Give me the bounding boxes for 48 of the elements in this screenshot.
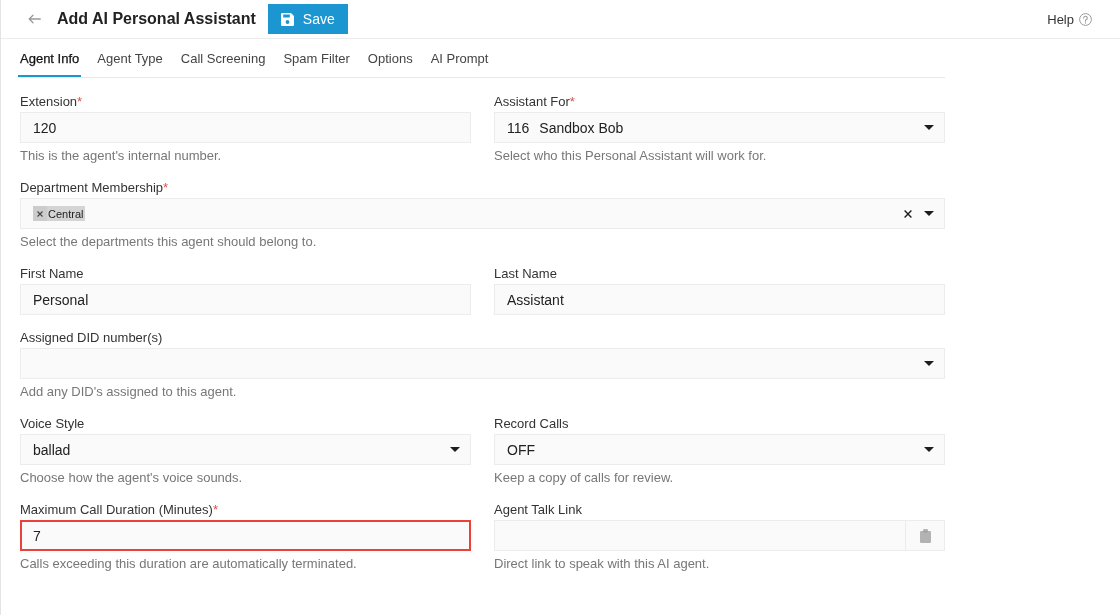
tab[interactable]: Spam Filter [281, 39, 352, 77]
save-icon [280, 12, 294, 26]
caret-down-icon [924, 447, 934, 452]
field-label: Extension* [20, 94, 84, 109]
tab[interactable]: Call Screening [178, 39, 268, 77]
field-label: Department Membership* [20, 180, 170, 195]
caret-down-icon [450, 447, 460, 452]
copy-button[interactable] [906, 520, 945, 551]
field-label: Last Name [494, 266, 558, 281]
tab[interactable]: AI Prompt [428, 39, 491, 77]
page-title: Add AI Personal Assistant [57, 9, 256, 29]
field-label: Voice Style [20, 416, 86, 431]
help-text: Direct link to speak with this AI agent. [494, 556, 711, 571]
dropdown-field[interactable]: 116 Sandbox Bob [494, 112, 945, 143]
multi-select-field[interactable]: Central [20, 198, 945, 229]
text-field[interactable]: Personal [20, 284, 471, 315]
tab[interactable]: Agent Type [95, 39, 165, 77]
department-tag[interactable]: Central [33, 206, 86, 221]
clear-icon [904, 209, 912, 218]
tab[interactable]: Agent Info [18, 39, 82, 77]
field-label: First Name [20, 266, 85, 281]
caret-down-icon [924, 125, 934, 130]
text-field[interactable]: 7 [20, 520, 471, 551]
caret-down-icon [924, 361, 934, 366]
text-field[interactable]: 120 [20, 112, 471, 143]
help-text: Add any DID's assigned to this agent. [20, 384, 238, 399]
field-label: Maximum Call Duration (Minutes)* [20, 502, 219, 517]
help-text: This is the agent's internal number. [20, 148, 223, 163]
dropdown-field[interactable] [20, 348, 945, 379]
help-text: Select the departments this agent should belong to. [20, 234, 318, 249]
field-label: Assigned DID number(s) [20, 330, 164, 345]
text-field[interactable]: Assistant [494, 284, 945, 315]
remove-icon [37, 210, 43, 217]
caret-down-icon [924, 211, 934, 216]
help-text: Calls exceeding this duration are automatically terminated. [20, 556, 358, 571]
field-label: Record Calls [494, 416, 570, 431]
help-icon [1079, 12, 1092, 26]
field-label: Assistant For* [494, 94, 576, 109]
tab[interactable]: Options [365, 39, 415, 77]
help-link[interactable]: Help [1047, 11, 1092, 27]
help-text: Select who this Personal Assistant will work for. [494, 148, 768, 163]
dropdown-field[interactable]: ballad [20, 434, 471, 465]
dropdown-field[interactable]: OFF [494, 434, 945, 465]
clipboard-icon [919, 528, 931, 543]
help-text: Keep a copy of calls for review. [494, 470, 675, 485]
help-text: Choose how the agent's voice sounds. [20, 470, 244, 485]
back-arrow-icon[interactable] [28, 14, 41, 24]
field-label: Agent Talk Link [494, 502, 583, 517]
